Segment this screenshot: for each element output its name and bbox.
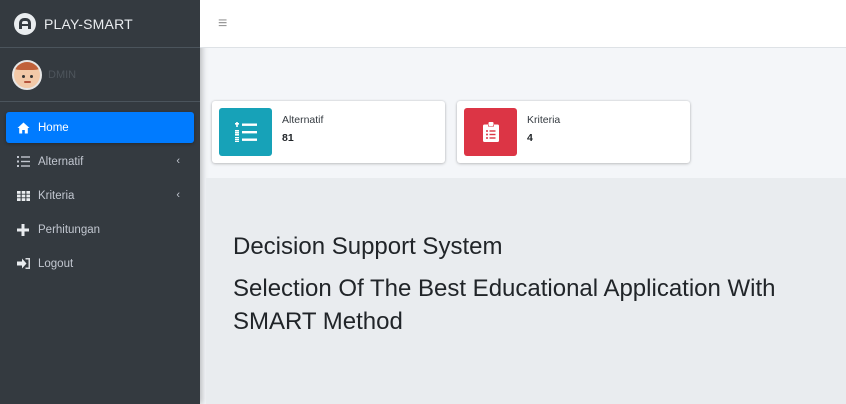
info-box-kriteria[interactable]: Kriteria 4 (457, 101, 690, 163)
sidebar-item-label: Kriteria (38, 189, 75, 202)
sidebar-item-label: Home (38, 121, 69, 134)
info-box-value: 4 (527, 132, 533, 144)
page-subtitle: Selection Of The Best Educational Applic… (233, 275, 776, 335)
user-name[interactable]: DMIN (48, 69, 76, 81)
top-navbar: ≡ (200, 0, 846, 48)
brand-name: PLAY-SMART (44, 15, 133, 32)
info-box-alternatif[interactable]: Alternatif 81 (212, 101, 445, 163)
sidebar-item-label: Perhitungan (38, 223, 101, 236)
chevron-left-icon: ‹ (176, 189, 180, 201)
sidebar-nav: Home Alternatif ‹ Kriteria ‹ Perhitungan (0, 102, 200, 279)
sign-out-icon (16, 258, 30, 270)
clipboard-list-icon (464, 108, 517, 156)
sidebar-item-home[interactable]: Home (6, 112, 194, 143)
main-sidebar: PLAY-SMART DMIN Home Alternatif ‹ Kriter… (0, 0, 200, 404)
jumbotron: Decision Support System Selection Of The… (206, 178, 846, 404)
sidebar-item-kriteria[interactable]: Kriteria ‹ (6, 180, 194, 211)
info-box-label: Kriteria (527, 114, 561, 126)
avatar (12, 59, 42, 90)
info-box-value: 81 (282, 132, 294, 144)
menu-toggle-icon[interactable]: ≡ (218, 15, 227, 33)
page-title: Decision Support System (233, 233, 503, 260)
plus-icon (16, 223, 30, 236)
user-panel[interactable]: DMIN (0, 48, 200, 102)
table-icon (16, 190, 30, 202)
sidebar-item-label: Alternatif (38, 155, 84, 168)
sidebar-item-logout[interactable]: Logout (6, 248, 194, 279)
info-box-label: Alternatif (282, 114, 324, 126)
chevron-left-icon: ‹ (176, 155, 180, 167)
list-ol-icon (16, 156, 30, 168)
brand-logo-icon (14, 12, 36, 35)
sidebar-item-alternatif[interactable]: Alternatif ‹ (6, 146, 194, 177)
list-ol-icon (219, 108, 272, 156)
sidebar-item-perhitungan[interactable]: Perhitungan (6, 214, 194, 245)
home-icon (16, 122, 30, 134)
brand-link[interactable]: PLAY-SMART (0, 0, 200, 48)
sidebar-item-label: Logout (38, 257, 74, 270)
